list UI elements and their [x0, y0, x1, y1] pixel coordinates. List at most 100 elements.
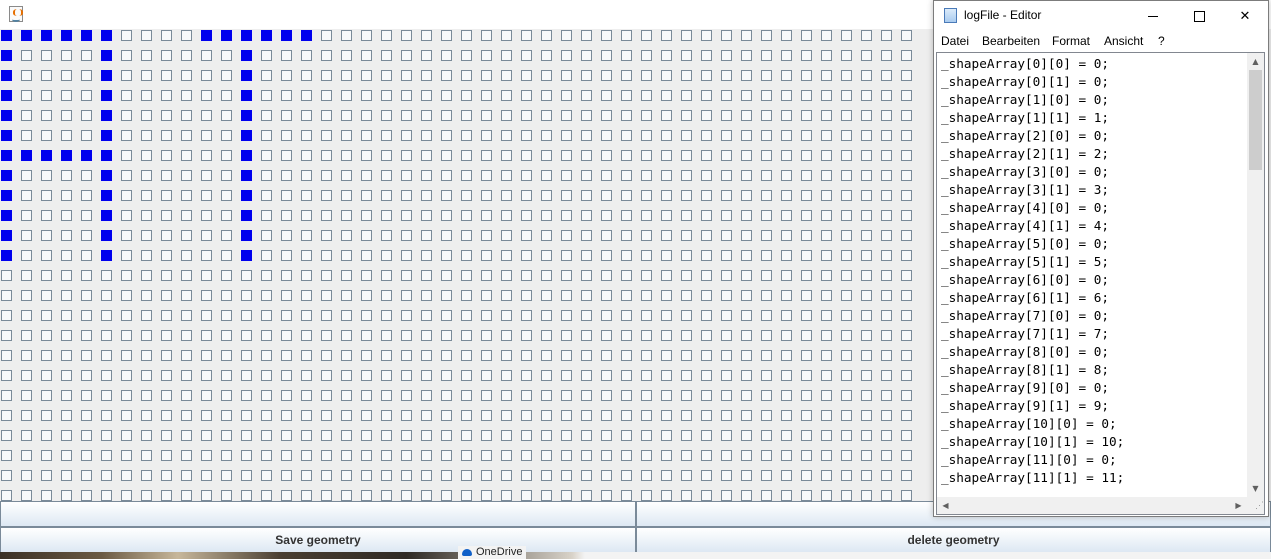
grid-cell[interactable]: [361, 270, 372, 281]
grid-cell[interactable]: [561, 410, 572, 421]
grid-cell[interactable]: [341, 290, 352, 301]
grid-cell[interactable]: [541, 350, 552, 361]
grid-cell[interactable]: [181, 350, 192, 361]
vertical-scrollbar[interactable]: ▲ ▼: [1247, 53, 1264, 497]
grid-cell[interactable]: [821, 430, 832, 441]
grid-cell[interactable]: [821, 290, 832, 301]
grid-cell[interactable]: [841, 330, 852, 341]
grid-cell[interactable]: [661, 370, 672, 381]
grid-cell[interactable]: [581, 150, 592, 161]
grid-cell[interactable]: [141, 130, 152, 141]
grid-cell[interactable]: [821, 70, 832, 81]
grid-cell[interactable]: [681, 110, 692, 121]
grid-cell[interactable]: [361, 430, 372, 441]
menu-ansicht[interactable]: Ansicht: [1104, 34, 1143, 48]
grid-cell[interactable]: [621, 190, 632, 201]
grid-cell[interactable]: [101, 310, 112, 321]
grid-cell[interactable]: [741, 310, 752, 321]
grid-cell[interactable]: [701, 230, 712, 241]
grid-cell[interactable]: [161, 490, 172, 501]
grid-cell[interactable]: [781, 310, 792, 321]
grid-cell[interactable]: [681, 490, 692, 501]
grid-cell[interactable]: [281, 110, 292, 121]
grid-cell[interactable]: [901, 370, 912, 381]
grid-cell[interactable]: [841, 390, 852, 401]
grid-cell[interactable]: [721, 130, 732, 141]
grid-cell[interactable]: [581, 390, 592, 401]
grid-cell[interactable]: [501, 70, 512, 81]
maximize-button[interactable]: [1176, 1, 1222, 31]
grid-cell[interactable]: [901, 30, 912, 41]
grid-cell[interactable]: [401, 350, 412, 361]
grid-cell[interactable]: [661, 130, 672, 141]
grid-cell[interactable]: [341, 190, 352, 201]
scroll-down-arrow-icon[interactable]: ▼: [1247, 480, 1264, 497]
grid-cell[interactable]: [481, 30, 492, 41]
grid-cell[interactable]: [181, 490, 192, 501]
grid-cell[interactable]: [421, 370, 432, 381]
grid-cell[interactable]: [661, 250, 672, 261]
grid-cell-checked[interactable]: [101, 90, 112, 101]
grid-cell-checked[interactable]: [241, 90, 252, 101]
grid-cell[interactable]: [101, 410, 112, 421]
grid-cell[interactable]: [481, 110, 492, 121]
grid-cell[interactable]: [41, 270, 52, 281]
grid-cell[interactable]: [181, 210, 192, 221]
grid-cell[interactable]: [281, 470, 292, 481]
grid-cell[interactable]: [861, 150, 872, 161]
grid-cell[interactable]: [521, 190, 532, 201]
grid-cell[interactable]: [461, 150, 472, 161]
grid-cell-checked[interactable]: [101, 70, 112, 81]
grid-cell[interactable]: [741, 410, 752, 421]
grid-cell[interactable]: [421, 50, 432, 61]
grid-cell[interactable]: [501, 350, 512, 361]
grid-cell[interactable]: [421, 290, 432, 301]
grid-cell[interactable]: [601, 250, 612, 261]
grid-cell[interactable]: [901, 230, 912, 241]
grid-cell[interactable]: [501, 310, 512, 321]
grid-cell[interactable]: [361, 330, 372, 341]
grid-cell[interactable]: [141, 470, 152, 481]
grid-cell[interactable]: [861, 270, 872, 281]
grid-cell[interactable]: [201, 250, 212, 261]
grid-cell[interactable]: [201, 470, 212, 481]
grid-cell[interactable]: [781, 110, 792, 121]
grid-cell[interactable]: [1, 390, 12, 401]
grid-cell[interactable]: [641, 290, 652, 301]
grid-cell[interactable]: [121, 50, 132, 61]
grid-cell[interactable]: [101, 450, 112, 461]
grid-cell[interactable]: [341, 410, 352, 421]
grid-cell[interactable]: [561, 290, 572, 301]
grid-cell[interactable]: [641, 30, 652, 41]
grid-cell[interactable]: [861, 250, 872, 261]
grid-cell[interactable]: [101, 330, 112, 341]
grid-cell[interactable]: [801, 490, 812, 501]
grid-cell[interactable]: [361, 350, 372, 361]
grid-cell[interactable]: [401, 30, 412, 41]
grid-cell[interactable]: [841, 450, 852, 461]
grid-cell[interactable]: [761, 110, 772, 121]
grid-cell[interactable]: [221, 70, 232, 81]
grid-cell[interactable]: [261, 230, 272, 241]
grid-cell[interactable]: [821, 250, 832, 261]
grid-cell[interactable]: [641, 110, 652, 121]
grid-cell[interactable]: [201, 110, 212, 121]
grid-cell[interactable]: [761, 230, 772, 241]
grid-cell[interactable]: [501, 190, 512, 201]
grid-cell[interactable]: [501, 250, 512, 261]
grid-cell[interactable]: [21, 110, 32, 121]
grid-cell[interactable]: [61, 250, 72, 261]
grid-cell[interactable]: [401, 50, 412, 61]
grid-cell[interactable]: [361, 110, 372, 121]
grid-cell[interactable]: [521, 290, 532, 301]
grid-cell[interactable]: [701, 50, 712, 61]
grid-cell[interactable]: [581, 50, 592, 61]
grid-cell[interactable]: [821, 170, 832, 181]
grid-cell[interactable]: [801, 70, 812, 81]
grid-cell[interactable]: [801, 190, 812, 201]
grid-cell[interactable]: [201, 70, 212, 81]
grid-cell[interactable]: [181, 50, 192, 61]
grid-cell[interactable]: [881, 430, 892, 441]
grid-cell[interactable]: [141, 330, 152, 341]
grid-cell[interactable]: [601, 330, 612, 341]
